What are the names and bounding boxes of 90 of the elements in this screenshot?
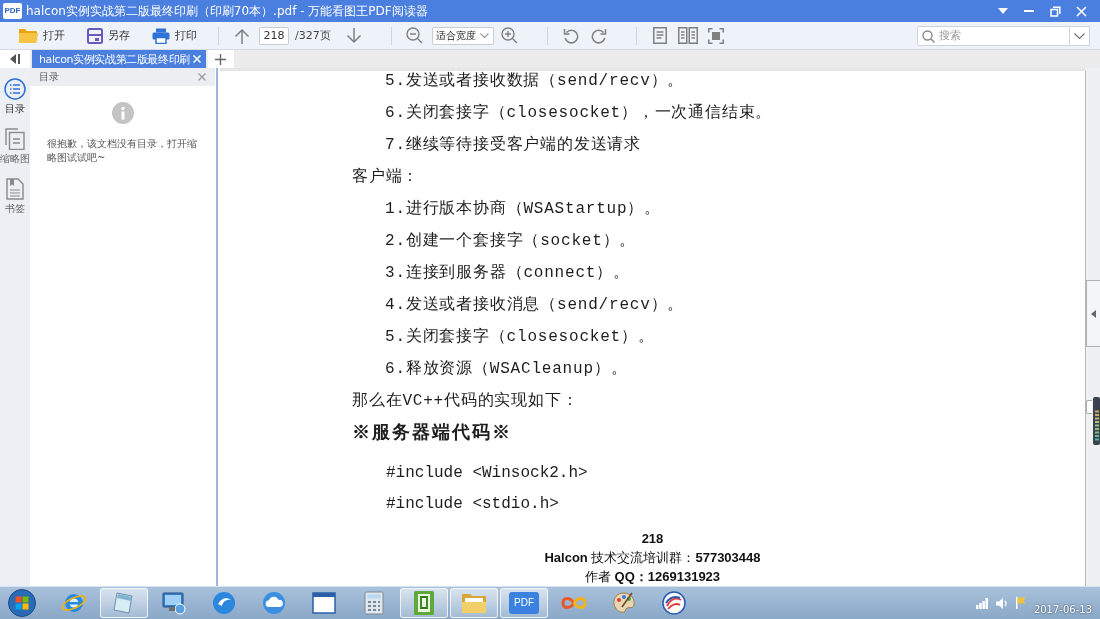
calculator-icon <box>364 591 384 615</box>
browser-icon <box>61 591 87 615</box>
window-icon <box>312 592 336 614</box>
single-page-icon <box>652 27 667 44</box>
expand-left-icon <box>1091 309 1096 318</box>
bookmark-page-icon <box>6 178 24 200</box>
collapse-sidebar-button[interactable] <box>0 50 30 68</box>
caret-icon <box>998 8 1008 14</box>
print-button[interactable]: 打印 <box>151 24 198 47</box>
search-field[interactable]: 搜索 <box>917 25 1070 46</box>
list-item-text: 5.发送或者接收数据（send/recv）。 <box>385 71 685 91</box>
paragraph-text: 那么在VC++代码的实现如下： <box>352 391 579 411</box>
folder-icon <box>461 592 487 614</box>
book-icon <box>413 590 435 616</box>
list-item-text: 6.释放资源（WSACleanup）。 <box>385 359 628 379</box>
section-heading: ※服务器端代码※ <box>352 422 512 445</box>
minimize-icon <box>1024 10 1034 12</box>
arrow-up-icon <box>234 27 250 44</box>
speaker-icon <box>995 597 1008 609</box>
close-icon <box>1075 5 1087 17</box>
list-item-text: 6.关闭套接字（closesocket），一次通信结束。 <box>385 103 773 123</box>
rotate-left-icon <box>562 27 579 44</box>
printer-icon <box>152 27 170 44</box>
folder-icon <box>19 28 38 43</box>
list-item-text: 5.关闭套接字（closesocket）。 <box>385 327 655 347</box>
close-panel-button[interactable] <box>197 72 207 82</box>
zoom-in-icon <box>501 27 519 44</box>
notepad-icon <box>112 591 136 615</box>
network-monitor-icon <box>162 591 186 615</box>
close-icon[interactable] <box>192 55 201 63</box>
two-page-icon <box>677 27 698 44</box>
taskbar-date: 2017-06-13 <box>1033 603 1092 615</box>
swoosh-circle-icon <box>212 591 236 615</box>
bookmarks-tab[interactable]: 书签 <box>0 176 30 218</box>
contents-tab[interactable]: 目录 <box>0 76 30 118</box>
search-icon <box>922 29 935 43</box>
list-item-text: 4.发送或者接收消息（send/recv）。 <box>385 295 685 315</box>
document-tab[interactable]: halcon实例实战第二版最终印刷 <box>32 50 206 68</box>
two-page-button[interactable] <box>676 24 699 47</box>
paragraph-text: 客户端： <box>352 167 420 187</box>
new-tab-button[interactable] <box>207 50 234 68</box>
infinity-icon <box>560 595 588 611</box>
plus-icon <box>215 53 227 65</box>
search-options-button[interactable] <box>1070 25 1090 46</box>
save-as-button[interactable]: 另存 <box>86 24 131 47</box>
fit-screen-icon <box>707 27 724 44</box>
list-icon <box>4 78 26 100</box>
pdf-logo: PDF <box>509 592 539 614</box>
page-number-input[interactable]: 218 <box>259 26 289 45</box>
side-panel-toggle[interactable] <box>1086 280 1100 347</box>
pages-icon <box>5 128 25 150</box>
list-item-text: 7.继续等待接受客户端的发送请求 <box>385 135 641 155</box>
collapse-left-icon <box>10 54 20 64</box>
panel-title: 目录 <box>39 70 59 84</box>
cloud-icon <box>262 591 286 615</box>
rotate-right-icon <box>590 27 607 44</box>
swirl-icon <box>662 591 686 615</box>
network-icon <box>975 597 988 609</box>
zoom-out-icon <box>406 27 424 44</box>
scrollbar[interactable] <box>1086 68 1100 586</box>
app-logo: PDF <box>3 3 22 19</box>
save-icon <box>87 27 103 44</box>
window-title: halcon实例实战第二版最终印刷（印刷70本）.pdf - 万能看图王PDF阅读器 <box>26 2 428 20</box>
scrollbar-thumb[interactable] <box>1086 400 1092 414</box>
restore-icon <box>1049 5 1061 17</box>
taskbar-button[interactable] <box>400 588 448 618</box>
list-item-text: 3.连接到服务器（connect）。 <box>385 263 630 283</box>
list-item-text: 1.进行版本协商（WSAStartup）。 <box>385 199 662 219</box>
chevron-down-icon <box>479 33 489 38</box>
footer-text: 作者 QQ：1269131923 <box>584 568 721 586</box>
arrow-down-icon <box>345 27 362 44</box>
level-meter-icon <box>1093 397 1100 445</box>
thumbnails-tab[interactable]: 缩略图 <box>0 126 30 168</box>
code-line: #include <stdio.h> <box>386 494 559 514</box>
palette-icon <box>612 591 636 615</box>
flag-icon <box>1015 597 1026 609</box>
start-button[interactable] <box>6 588 38 618</box>
chevron-down-icon <box>1074 32 1085 39</box>
open-button[interactable]: 打开 <box>18 24 66 47</box>
windows-logo-icon <box>8 589 36 617</box>
list-item-text: 2.创建一个套接字（socket）。 <box>385 231 637 251</box>
zoom-mode-dropdown[interactable]: 适合宽度 <box>431 26 494 45</box>
taskbar-button[interactable]: PDF <box>500 588 548 618</box>
empty-toc-message: 很抱歉，该文档没有目录，打开缩略图试试吧~ <box>47 137 197 165</box>
code-line: #include <Winsock2.h> <box>386 463 588 483</box>
page-number: 218 <box>641 530 664 548</box>
close-icon <box>198 73 206 81</box>
page-total: /327页 <box>295 28 331 43</box>
info-icon <box>111 102 134 124</box>
footer-text: Halcon 技术交流培训群：577303448 <box>544 549 761 567</box>
